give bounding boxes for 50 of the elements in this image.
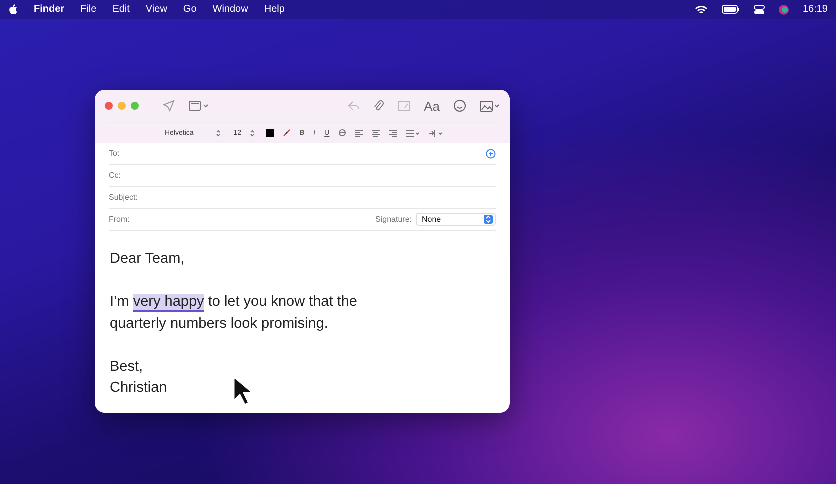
body-text: Christian [110, 380, 168, 396]
body-text: to let you know that the [207, 294, 358, 310]
selected-text: very happy [133, 294, 204, 312]
body-text: quarterly numbers look promising. [110, 316, 328, 332]
menu-item[interactable]: Go [183, 4, 197, 15]
field-label: Cc: [109, 171, 121, 180]
align-center-icon[interactable] [372, 130, 380, 136]
body-text: Best, [110, 358, 144, 374]
menu-item[interactable]: File [80, 4, 97, 15]
clock-text[interactable]: 16:19 [802, 4, 828, 15]
field-label: To: [109, 149, 120, 158]
photo-icon[interactable] [480, 100, 500, 112]
field-label: From: [109, 215, 130, 224]
message-body[interactable]: Dear Team, I’m very happy to let you know that the quarterly numbers look promising. Best, Christian [95, 231, 510, 413]
strikethrough-icon[interactable] [338, 129, 346, 137]
signature-label: Signature: [376, 215, 412, 224]
menu-item[interactable]: Edit [112, 4, 130, 15]
highlight-icon[interactable] [282, 129, 291, 137]
indent-icon[interactable] [428, 130, 443, 136]
menu-item[interactable]: View [146, 4, 168, 15]
send-icon[interactable] [163, 100, 175, 112]
header-field[interactable]: Cc: [109, 165, 496, 187]
menu-item[interactable]: Window [212, 4, 248, 15]
body-text: I’m [110, 294, 130, 310]
header-fields-icon[interactable] [189, 101, 209, 111]
align-left-icon[interactable] [354, 130, 363, 136]
text-color-icon[interactable] [266, 129, 274, 137]
close-button[interactable] [105, 102, 113, 110]
body-text: Dear Team, [110, 251, 185, 267]
stepper-icon [216, 130, 221, 136]
list-icon[interactable] [406, 130, 420, 136]
align-right-icon[interactable] [388, 130, 397, 136]
menu-item[interactable]: Help [264, 4, 285, 15]
stepper-icon [484, 215, 493, 224]
emoji-icon[interactable] [454, 100, 466, 112]
apple-logo-icon[interactable] [8, 4, 18, 15]
header-field[interactable]: To: [109, 143, 496, 165]
signature-select[interactable]: None [416, 213, 496, 226]
header-field[interactable]: From: Signature: None [109, 209, 496, 231]
format-button[interactable]: Aa [424, 98, 440, 114]
control-center-icon[interactable] [754, 4, 765, 14]
field-label: Subject: [109, 193, 138, 202]
battery-icon[interactable] [722, 5, 740, 14]
stepper-icon [250, 130, 255, 136]
header-field[interactable]: Subject: [109, 187, 496, 209]
paperclip-icon[interactable] [374, 100, 384, 112]
siri-icon[interactable] [778, 4, 789, 14]
menu-item[interactable]: Finder [34, 4, 65, 15]
wifi-icon[interactable] [694, 4, 708, 14]
add-contact-icon[interactable] [486, 148, 496, 158]
